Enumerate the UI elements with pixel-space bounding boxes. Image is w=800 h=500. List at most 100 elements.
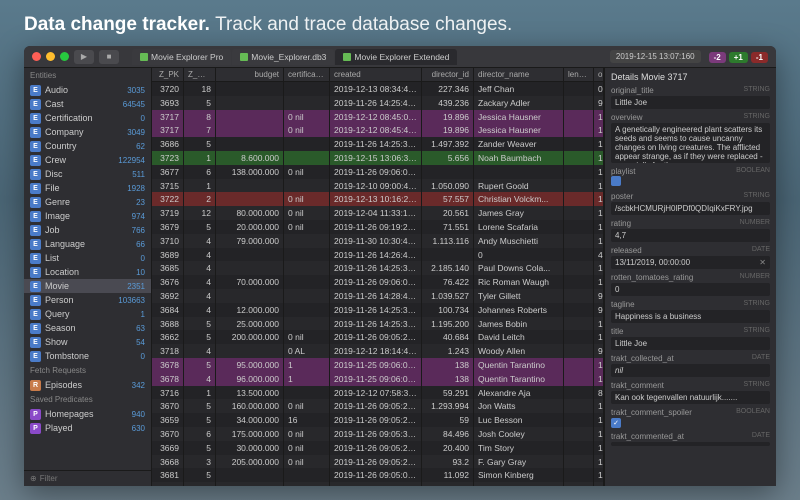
table-row[interactable]: 36705160.000.0000 nil2019-11-26 09:05:27… [152,399,604,413]
sidebar-item[interactable]: PPlayed630 [24,421,151,435]
table-row[interactable]: 3678496.000.00012019-11-25 09:06:030138Q… [152,372,604,386]
detail-value[interactable]: 13/11/2019, 00:00:00✕ [611,256,770,269]
sidebar-item[interactable]: EMovie2351 [24,279,151,293]
sidebar-item[interactable]: EPerson103663 [24,293,151,307]
detail-value[interactable]: 4,7 [611,229,770,242]
grid-body[interactable]: 3720182019-12-13 08:34:480227.346Jeff Ch… [152,82,604,486]
change-chip[interactable]: +1 [729,52,748,63]
table-row[interactable]: 36706175.000.0000 nil2019-11-26 09:05:31… [152,427,604,441]
table-row[interactable]: 36683205.000.0000 nil2019-11-26 09:05:27… [152,455,604,469]
tab[interactable]: Movie_Explorer.db3 [232,49,334,65]
sidebar-filter[interactable]: ⊕ Filter [24,470,151,486]
detail-value[interactable]: Little Joe [611,337,770,350]
col-title[interactable]: original_title [594,68,604,81]
sidebar-item[interactable]: ECrew122954 [24,153,151,167]
col-cert[interactable]: certification [284,68,330,81]
sidebar-item[interactable]: EFile1928 [24,181,151,195]
col-budget[interactable]: budget [216,68,284,81]
change-chip[interactable]: -2 [709,52,726,63]
detail-value[interactable]: 0 [611,283,770,296]
cell: 3692 [152,289,184,303]
detail-value[interactable] [611,442,770,446]
sidebar-item[interactable]: PHomepages940 [24,407,151,421]
sidebar-item[interactable]: REpisodes342 [24,378,151,392]
table-row[interactable]: 371840 AL2019-12-12 18:14:4001.243Woody … [152,344,604,358]
table-row[interactable]: 3710479.000.0002019-11-30 10:30:4001.113… [152,234,604,248]
change-chip[interactable]: -1 [751,52,768,63]
table-row[interactable]: 371780 nil2019-12-12 08:45:01019.896Jess… [152,110,604,124]
cell: 2019-11-26 09:05:310 [330,427,422,441]
clear-icon[interactable]: ✕ [759,258,766,267]
play-button[interactable]: ▶ [74,50,94,64]
table-row[interactable]: 3720182019-12-13 08:34:480227.346Jeff Ch… [152,82,604,96]
table-row[interactable]: 368152019-11-26 09:05:05011.092Simon Kin… [152,468,604,482]
col-created[interactable]: created [330,68,422,81]
sidebar-item[interactable]: ECompany3049 [24,125,151,139]
cell [216,248,284,262]
table-row[interactable]: 368652019-11-26 14:25:3801.497.392Zander… [152,137,604,151]
sidebar-item[interactable]: EDisc511 [24,167,151,181]
table-row[interactable]: 369352019-11-26 14:25:440439.236Zackary … [152,96,604,110]
table-row[interactable]: 368542019-11-26 14:25:3802.185.140Paul D… [152,261,604,275]
col-pk[interactable]: Z_PK [152,68,184,81]
table-row[interactable]: 36643170.000.0002019-11-26 09:05:24011.0… [152,482,604,486]
detail-value[interactable]: Kan ook tegenvallen natuurlijk....... [611,391,770,404]
sidebar-item[interactable]: ECertification0 [24,111,151,125]
table-row[interactable]: 372220 nil2019-12-13 10:16:23057.557Chri… [152,192,604,206]
cell: 205.000.000 [216,455,284,469]
col-length[interactable]: length [564,68,594,81]
sidebar-item[interactable]: EList0 [24,251,151,265]
table-row[interactable]: 371770 nil2019-12-12 08:45:43019.896Jess… [152,123,604,137]
table-row[interactable]: 371512019-12-10 09:00:4601.050.090Rupert… [152,179,604,193]
checkbox-icon[interactable]: ✓ [611,418,621,428]
sidebar-item[interactable]: ECast64545 [24,97,151,111]
table-row[interactable]: 3678595.000.00012019-11-25 09:06:030138Q… [152,358,604,372]
sidebar-item[interactable]: ETombstone0 [24,349,151,363]
table-row[interactable]: 369242019-11-26 14:28:4601.039.527Tyler … [152,289,604,303]
detail-value[interactable]: /scbkHCMURjH0lPDf0QDIqiKxFRY.jpg [611,202,770,215]
table-row[interactable]: 3669530.000.0000 nil2019-11-26 09:05:270… [152,441,604,455]
cell: 2019-12-04 11:33:160 [330,206,422,220]
col-did[interactable]: director_id [422,68,474,81]
sidebar-item[interactable]: EImage974 [24,209,151,223]
table-row[interactable]: 3716113.500.0002019-12-12 07:58:35059.29… [152,386,604,400]
sidebar-item[interactable]: EGenre23 [24,195,151,209]
minimize-icon[interactable] [46,52,55,61]
sidebar-item[interactable]: EShow54 [24,335,151,349]
sidebar-item[interactable]: EQuery1 [24,307,151,321]
table-row[interactable]: 3676470.000.0002019-11-26 09:06:02076.42… [152,275,604,289]
detail-value[interactable]: A genetically engineered plant scatters … [611,123,770,163]
table-row[interactable]: 3679520.000.0000 nil2019-11-26 09:19:210… [152,220,604,234]
table-row[interactable]: 37191280.000.0000 nil2019-12-04 11:33:16… [152,206,604,220]
table-row[interactable]: 372318.600.0002019-12-15 13:06:3105.656N… [152,151,604,165]
table-row[interactable]: 3688525.000.0002019-11-26 14:25:3801.195… [152,317,604,331]
sidebar-item[interactable]: ESeason63 [24,321,151,335]
detail-value[interactable]: nil [611,364,770,377]
snapshot-timestamp[interactable]: 2019-12-15 13:07:160 [610,50,701,63]
cell: 40.684 [422,330,474,344]
close-icon[interactable] [32,52,41,61]
checkbox-icon[interactable] [611,176,621,186]
sidebar-item[interactable]: EJob766 [24,223,151,237]
table-row[interactable]: 3659534.000.000162019-11-26 09:05:21059L… [152,413,604,427]
table-row[interactable]: 36625200.000.0000 nil2019-11-26 09:05:23… [152,330,604,344]
cell: 1.497.392 [422,137,474,151]
tab[interactable]: Movie Explorer Extended [335,49,457,65]
stop-button[interactable]: ■ [99,50,119,64]
sidebar-item[interactable]: ECountry62 [24,139,151,153]
table-row[interactable]: 36776138.000.0000 nil2019-11-26 09:06:03… [152,165,604,179]
col-opt[interactable]: Z_OPT [184,68,216,81]
table-row[interactable]: 3684412.000.0002019-11-26 14:25:380100.7… [152,303,604,317]
cell [216,468,284,482]
cell: 160.000.000 [216,399,284,413]
zoom-icon[interactable] [60,52,69,61]
col-dname[interactable]: director_name [474,68,564,81]
table-row[interactable]: 368942019-11-26 14:26:40004 Minion Scout… [152,248,604,262]
sidebar-item-count: 103663 [118,296,145,305]
sidebar-item[interactable]: ELanguage66 [24,237,151,251]
sidebar-item[interactable]: EAudio3035 [24,83,151,97]
sidebar-item[interactable]: ELocation10 [24,265,151,279]
detail-value[interactable]: Happiness is a business [611,310,770,323]
detail-value[interactable]: Little Joe [611,96,770,109]
tab[interactable]: Movie Explorer Pro [132,49,231,65]
